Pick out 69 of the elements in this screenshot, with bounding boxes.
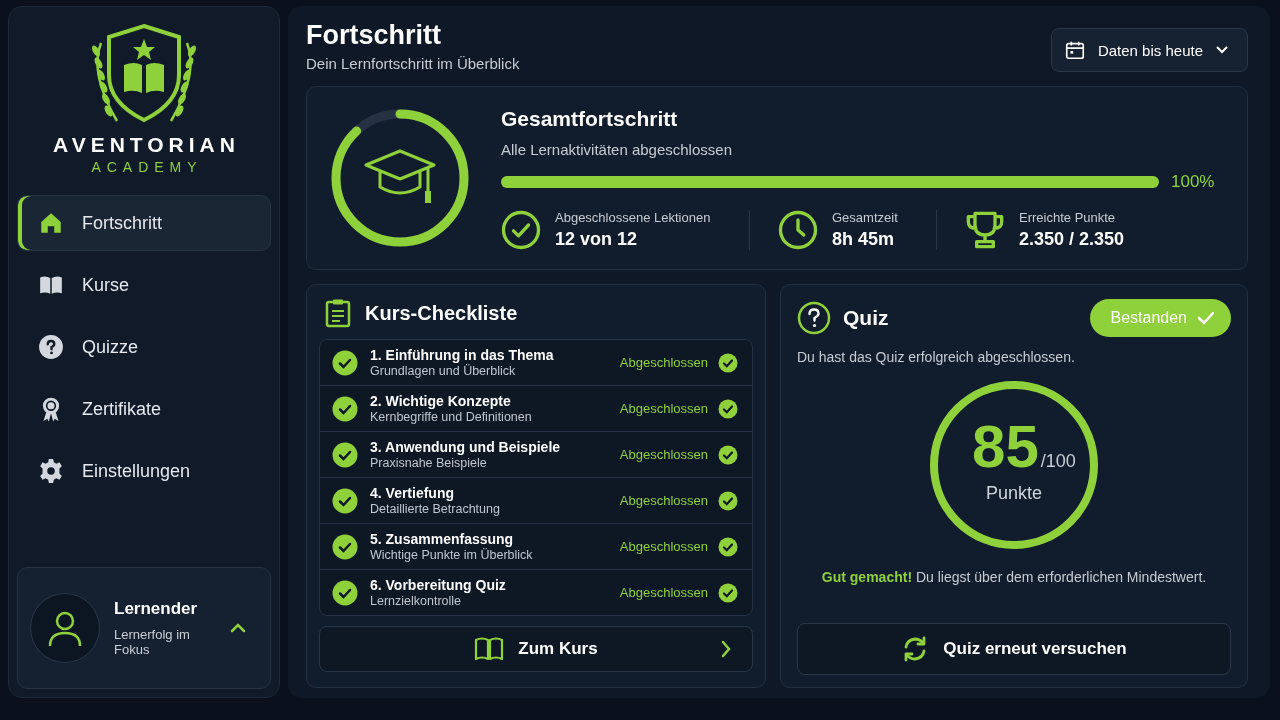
status-label: Abgeschlossen bbox=[619, 401, 708, 416]
lesson-title: 3. Anwendung und Beispiele bbox=[370, 439, 562, 455]
card-title: Gesamtfortschritt bbox=[501, 106, 679, 131]
user-subtitle: Lernerfolg im Fokus bbox=[114, 627, 191, 657]
chevron-down-icon bbox=[1215, 45, 1229, 55]
lesson-title: 5. Zusammenfassung bbox=[370, 531, 515, 547]
book-icon bbox=[474, 636, 505, 662]
status-label: Abgeschlossen bbox=[619, 493, 708, 508]
check-icon bbox=[718, 490, 738, 511]
passed-badge: Bestanden bbox=[1090, 299, 1231, 337]
lesson-subtitle: Detaillierte Betrachtung bbox=[370, 502, 501, 516]
result-message: Gut gemacht! Du liegst über dem erforderlichen Mindestwert. bbox=[820, 569, 1208, 585]
check-circle-icon bbox=[501, 209, 541, 250]
status-label: Abgeschlossen bbox=[619, 585, 708, 600]
score-max: /100 bbox=[1040, 451, 1076, 472]
lesson-title: 4. Vertiefung bbox=[370, 485, 456, 501]
progress-percent: 100% bbox=[1171, 171, 1216, 192]
date-range-button[interactable]: Daten bis heute bbox=[1050, 28, 1248, 72]
nav-item[interactable]: Einstellungen bbox=[17, 443, 271, 499]
clock-icon bbox=[778, 209, 818, 250]
stat-label: Abgeschlossene Lektionen bbox=[555, 209, 711, 225]
lesson-subtitle: Lernzielkontrolle bbox=[370, 594, 463, 608]
stat-label: Erreichte Punkte bbox=[1019, 209, 1117, 225]
lesson-title: 1. Einführung in das Thema bbox=[370, 347, 555, 363]
check-icon bbox=[718, 582, 738, 603]
lesson-subtitle: Wichtige Punkte im Überblick bbox=[370, 548, 534, 562]
check-icon bbox=[718, 352, 738, 373]
calendar-icon bbox=[1063, 39, 1086, 61]
card-title: Kurs-Checkliste bbox=[365, 301, 518, 325]
nav-item[interactable]: Kurse bbox=[17, 257, 271, 313]
lesson-subtitle: Praxisnahe Beispiele bbox=[370, 456, 488, 470]
lesson-subtitle: Grundlagen und Überblick bbox=[370, 364, 517, 378]
check-icon bbox=[718, 536, 738, 557]
retry-quiz-button[interactable]: Quiz erneut versuchen bbox=[797, 623, 1231, 675]
course-button[interactable]: Zum Kurs bbox=[319, 626, 753, 672]
score-value: 85 bbox=[972, 417, 1039, 477]
status-label: Abgeschlossen bbox=[619, 447, 708, 462]
help-icon bbox=[797, 301, 831, 335]
status-label: Abgeschlossen bbox=[619, 539, 708, 554]
chevron-right-icon bbox=[720, 640, 732, 658]
stat-value: 8h 45m bbox=[832, 228, 896, 250]
stat-value: 12 von 12 bbox=[555, 228, 639, 250]
nav-item[interactable]: Fortschritt bbox=[17, 195, 271, 251]
settings-icon bbox=[38, 458, 64, 484]
user-card[interactable]: Lernender Lernerfolg im Fokus bbox=[17, 567, 271, 689]
lesson-title: 6. Vorbereitung Quiz bbox=[370, 577, 507, 593]
user-name: Lernender bbox=[114, 599, 199, 619]
stat-label: Gesamtzeit bbox=[832, 209, 898, 225]
clipboard-icon bbox=[325, 298, 351, 328]
lesson-subtitle: Kernbegriffe und Definitionen bbox=[370, 410, 533, 424]
lesson-title: 2. Wichtige Konzepte bbox=[370, 393, 512, 409]
check-icon bbox=[718, 398, 738, 419]
stat-value: 2.350 / 2.350 bbox=[1019, 228, 1125, 250]
check-icon bbox=[718, 444, 738, 465]
brand-subtitle: ACADEMY bbox=[91, 159, 203, 175]
page-title: Fortschritt bbox=[306, 20, 442, 51]
help-icon bbox=[38, 334, 64, 360]
brand-name: AVENTORIAN bbox=[53, 133, 240, 157]
check-icon bbox=[1197, 311, 1215, 325]
nav-item[interactable]: Quizze bbox=[17, 319, 271, 375]
nav-item[interactable]: Zertifikate bbox=[17, 381, 271, 437]
trophy-icon bbox=[965, 209, 1005, 250]
caret-icon[interactable] bbox=[230, 623, 246, 633]
quiz-description: Du hast das Quiz erfolgreich abgeschlossen. bbox=[797, 349, 1076, 365]
status-label: Abgeschlossen bbox=[619, 355, 708, 370]
card-title: Quiz bbox=[843, 306, 890, 330]
card-subtitle: Alle Lernaktivitäten abgeschlossen bbox=[501, 140, 733, 158]
page-subtitle: Dein Lernfortschritt im Überblick bbox=[306, 55, 520, 72]
score-unit: Punkte bbox=[985, 483, 1042, 504]
